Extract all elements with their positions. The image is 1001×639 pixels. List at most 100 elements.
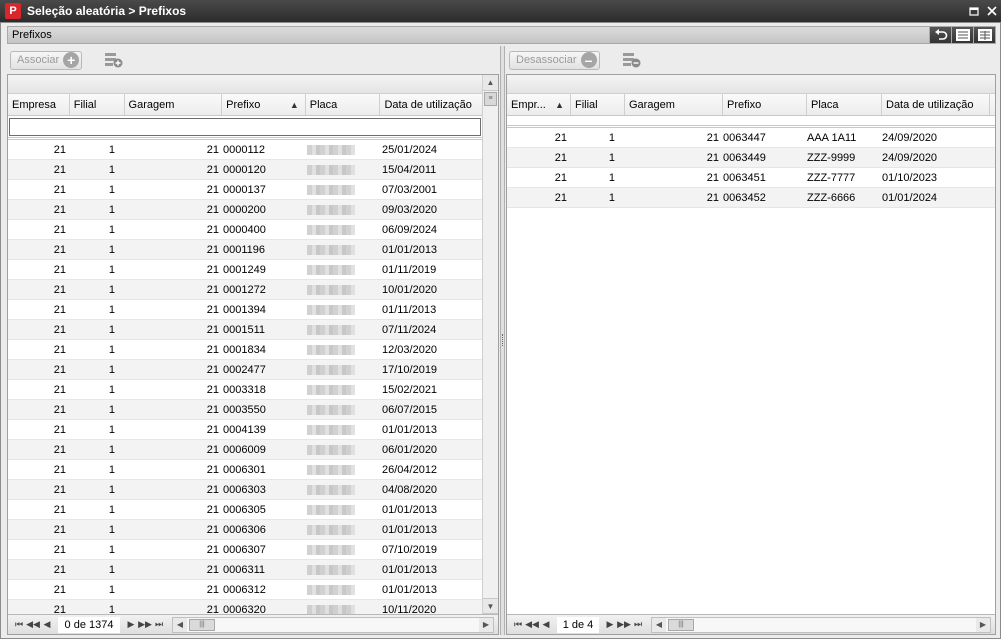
unassign-button[interactable]: Desassociar – <box>509 50 600 70</box>
redacted-plate <box>307 244 355 255</box>
table-row[interactable]: 21 1 21 0006009 06/01/2020 <box>8 440 482 460</box>
col-header-garagem[interactable]: Garagem <box>125 94 223 115</box>
col-header-placa-right[interactable]: Placa <box>807 94 882 115</box>
col-header-empresa[interactable]: Empresa <box>8 94 70 115</box>
col-header-empresa-right[interactable]: Empr... ▲ <box>507 94 571 115</box>
table-row[interactable]: 21 1 21 0000120 15/04/2011 <box>8 160 482 180</box>
table-row[interactable]: 21 1 21 0006306 01/01/2013 <box>8 520 482 540</box>
scroll-left-icon[interactable]: ◀ <box>173 617 187 632</box>
cell-filial: 1 <box>108 603 115 615</box>
assign-button[interactable]: Associar + <box>10 50 83 70</box>
table-row[interactable]: 21 1 21 0063452 ZZZ-6666 01/01/2024 <box>507 188 995 208</box>
first-page-icon-right[interactable]: ⏮ <box>511 619 525 630</box>
table-row[interactable]: 21 1 21 0006301 26/04/2012 <box>8 460 482 480</box>
table-row[interactable]: 21 1 21 0001196 01/01/2013 <box>8 240 482 260</box>
panel-splitter[interactable] <box>500 46 505 635</box>
table-row[interactable]: 21 1 21 0006307 07/10/2019 <box>8 540 482 560</box>
restore-window-icon[interactable] <box>965 2 983 20</box>
col-header-filial[interactable]: Filial <box>70 94 125 115</box>
h-scroll-thumb[interactable]: ||| <box>189 618 215 631</box>
col-header-prefixo-right[interactable]: Prefixo <box>723 94 807 115</box>
group-by-strip <box>8 75 482 94</box>
table-row[interactable]: 21 1 21 0001249 01/11/2019 <box>8 260 482 280</box>
cell-prefixo: 0000112 <box>223 143 266 156</box>
left-filter-input[interactable] <box>9 118 481 136</box>
cell-data: 24/09/2020 <box>882 131 938 144</box>
close-window-icon[interactable] <box>983 2 1001 20</box>
table-row[interactable]: 21 1 21 0006311 01/01/2013 <box>8 560 482 580</box>
table-row[interactable]: 21 1 21 0001511 07/11/2024 <box>8 320 482 340</box>
cell-placa <box>303 204 378 216</box>
last-page-icon-right[interactable]: ⏭ <box>631 619 645 630</box>
table-row[interactable]: 21 1 21 0063451 ZZZ-7777 01/10/2023 <box>507 168 995 188</box>
cell-empresa: 21 <box>53 243 66 256</box>
cell-placa <box>303 464 378 476</box>
col-header-data[interactable]: Data de utilização <box>380 94 482 115</box>
undo-icon[interactable] <box>929 27 951 43</box>
cell-placa <box>303 224 378 236</box>
table-row[interactable]: 21 1 21 0006303 04/08/2020 <box>8 480 482 500</box>
next-icon-right[interactable]: ▶ <box>603 619 617 630</box>
table-row[interactable]: 21 1 21 0006312 01/01/2013 <box>8 580 482 600</box>
table-row[interactable]: 21 1 21 0006320 10/11/2020 <box>8 600 482 614</box>
table-row[interactable]: 21 1 21 0002477 17/10/2019 <box>8 360 482 380</box>
col-header-prefixo[interactable]: Prefixo ▲ <box>222 94 306 115</box>
table-row[interactable]: 21 1 21 0063447 AAA 1A11 24/09/2020 <box>507 128 995 148</box>
table-row[interactable]: 21 1 21 0003318 15/02/2021 <box>8 380 482 400</box>
scroll-thumb[interactable]: ≡ <box>484 92 497 106</box>
table-row[interactable]: 21 1 21 0000200 09/03/2020 <box>8 200 482 220</box>
table-row[interactable]: 21 1 21 0063449 ZZZ-9999 24/09/2020 <box>507 148 995 168</box>
scroll-right-icon-right[interactable]: ▶ <box>976 617 990 632</box>
unassign-all-icon[interactable] <box>622 51 644 69</box>
prev-page-icon-right[interactable]: ◀◀ <box>525 619 539 630</box>
left-grid-header: Empresa Filial Garagem Prefixo ▲ Placa D… <box>8 94 482 116</box>
right-horizontal-scrollbar[interactable]: ◀ ||| ▶ <box>651 616 991 633</box>
cell-data: 01/11/2019 <box>382 263 437 276</box>
scroll-down-icon[interactable]: ▼ <box>483 598 498 614</box>
prev-icon-right[interactable]: ◀ <box>539 619 553 630</box>
scroll-up-icon[interactable]: ▲ <box>483 75 498 91</box>
h-scroll-thumb-right[interactable]: ||| <box>668 618 694 631</box>
col-header-placa[interactable]: Placa <box>306 94 381 115</box>
cell-garagem: 21 <box>206 363 219 376</box>
next-page-icon-right[interactable]: ▶▶ <box>617 619 631 630</box>
next-page-icon[interactable]: ▶▶ <box>138 619 152 630</box>
table-row[interactable]: 21 1 21 0000137 07/03/2001 <box>8 180 482 200</box>
table-row[interactable]: 21 1 21 0000400 06/09/2024 <box>8 220 482 240</box>
cell-placa: AAA 1A11 <box>807 131 857 144</box>
scroll-left-icon-right[interactable]: ◀ <box>652 617 666 632</box>
cell-empresa: 21 <box>53 543 66 556</box>
col-header-garagem-right[interactable]: Garagem <box>625 94 723 115</box>
first-page-icon[interactable]: ⏮ <box>12 619 26 630</box>
cell-prefixo: 0004139 <box>223 423 266 436</box>
next-icon[interactable]: ▶ <box>124 619 138 630</box>
cell-filial: 1 <box>108 443 115 456</box>
section-title: Prefixos <box>12 29 52 41</box>
table-row[interactable]: 21 1 21 0001272 10/01/2020 <box>8 280 482 300</box>
table-row[interactable]: 21 1 21 0004139 01/01/2013 <box>8 420 482 440</box>
cell-garagem: 21 <box>206 143 219 156</box>
table-row[interactable]: 21 1 21 0001834 12/03/2020 <box>8 340 482 360</box>
cell-data: 10/01/2020 <box>382 283 438 296</box>
left-vertical-scrollbar[interactable]: ▲ ≡ ▼ <box>482 75 498 614</box>
table-row[interactable]: 21 1 21 0001394 01/11/2013 <box>8 300 482 320</box>
cell-filial: 1 <box>108 483 115 496</box>
col-header-filial-right[interactable]: Filial <box>571 94 625 115</box>
redacted-plate <box>307 344 355 355</box>
cell-filial: 1 <box>108 583 115 596</box>
cell-data: 06/07/2015 <box>382 403 438 416</box>
assign-all-icon[interactable] <box>104 51 126 69</box>
scroll-right-icon[interactable]: ▶ <box>479 617 493 632</box>
table-row[interactable]: 21 1 21 0006305 01/01/2013 <box>8 500 482 520</box>
prev-page-icon[interactable]: ◀◀ <box>26 619 40 630</box>
table-row[interactable]: 21 1 21 0003550 06/07/2015 <box>8 400 482 420</box>
list-view-icon[interactable] <box>951 27 973 43</box>
prev-icon[interactable]: ◀ <box>40 619 54 630</box>
table-row[interactable]: 21 1 21 0000112 25/01/2024 <box>8 140 482 160</box>
grid-view-icon[interactable] <box>973 27 995 43</box>
left-horizontal-scrollbar[interactable]: ◀ ||| ▶ <box>172 616 494 633</box>
col-header-data-right[interactable]: Data de utilização <box>882 94 990 115</box>
cell-placa <box>303 444 378 456</box>
last-page-icon[interactable]: ⏭ <box>152 619 166 630</box>
cell-prefixo: 0063449 <box>723 151 766 164</box>
